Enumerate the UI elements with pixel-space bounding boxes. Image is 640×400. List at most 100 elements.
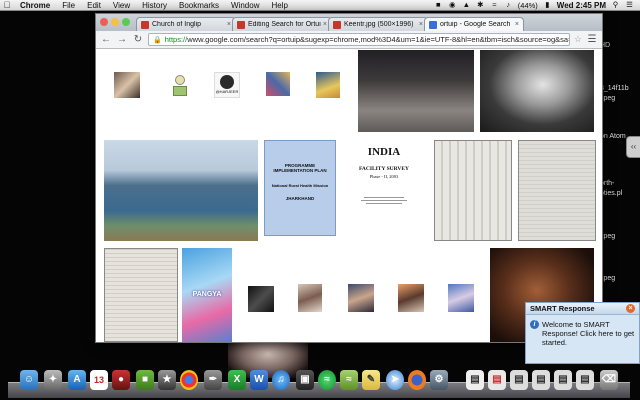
zoom-window-icon[interactable] <box>122 18 130 26</box>
desktop-file-7[interactable]: .jpeg <box>600 233 640 240</box>
result-thumb-badge[interactable]: @HARJEER <box>214 72 240 98</box>
system-icon[interactable]: ⚙ <box>430 370 448 390</box>
calendar-icon[interactable]: 13 <box>90 370 108 390</box>
menubar-status-area: ■ ◉ ▲ ✱ ≈ ♪ (44%) ▮ Wed 2:45 PM ⚲ ☰ <box>434 1 640 10</box>
smart-popup-body[interactable]: i Welcome to SMART Response! Click here … <box>526 315 639 352</box>
notification-list-icon[interactable]: ☰ <box>625 1 634 9</box>
volume-icon[interactable]: ♪ <box>504 1 513 9</box>
result-thumb-portrait-4[interactable] <box>448 284 474 312</box>
result-thumb-portrait-2[interactable] <box>348 284 374 312</box>
tab-close-icon[interactable]: × <box>227 21 231 28</box>
window-thumb-icon[interactable]: ▤ <box>576 370 594 390</box>
image-results: @HARJEER PROGRAMME IMPLEMENTATION PLAN N… <box>96 50 602 342</box>
spotify-icon[interactable]: ≈ <box>318 370 336 390</box>
menu-edit[interactable]: Edit <box>81 1 107 10</box>
desktop-file-8[interactable]: .jpeg <box>600 275 640 282</box>
smart-response-popup[interactable]: SMART Response × i Welcome to SMART Resp… <box>525 302 640 364</box>
menu-help[interactable]: Help <box>265 1 293 10</box>
safari-icon[interactable]: ➤ <box>386 370 404 390</box>
menu-bookmarks[interactable]: Bookmarks <box>173 1 225 10</box>
status-icon-3[interactable]: ▲ <box>462 1 471 9</box>
battery-percent[interactable]: (44%) <box>518 1 538 10</box>
menu-file[interactable]: File <box>56 1 81 10</box>
pdf-icon[interactable]: ▤ <box>488 370 506 390</box>
url-scheme: https:// <box>164 35 188 44</box>
result-photo-husky[interactable] <box>480 50 594 132</box>
reload-icon[interactable]: ↻ <box>132 34 144 46</box>
itunes-icon[interactable]: ♫ <box>272 370 290 390</box>
result-doc-india-facility-survey[interactable]: INDIA FACILITY SURVEY Phase - II, 2003 <box>342 140 426 241</box>
tab-editing-search[interactable]: Editing Search for Ortuip - Q × <box>232 17 332 31</box>
menu-hamburger-icon[interactable]: ☰ <box>586 34 598 46</box>
lock-icon: 🔒 <box>153 36 162 44</box>
desktop-file-3[interactable]: .jpeg <box>600 95 640 102</box>
word-icon[interactable]: W <box>250 370 268 390</box>
star-app-icon[interactable]: ★ <box>158 370 176 390</box>
desktop-file-1[interactable]: HD <box>600 42 640 49</box>
menu-history[interactable]: History <box>136 1 173 10</box>
bluetooth-icon[interactable]: ✱ <box>476 1 485 9</box>
battery-icon[interactable]: ▮ <box>543 1 552 9</box>
result-thumb-collage[interactable] <box>266 72 290 96</box>
result-thumb-couple[interactable] <box>114 72 140 98</box>
tab-close-icon[interactable]: × <box>419 21 423 28</box>
favicon-icon <box>237 20 245 29</box>
tab-close-icon[interactable]: × <box>323 21 327 28</box>
trash-icon[interactable]: ⌫ <box>600 370 618 390</box>
menubar-clock[interactable]: Wed 2:45 PM <box>557 1 606 10</box>
firefox-icon[interactable] <box>408 370 426 390</box>
status-icon-1[interactable]: ■ <box>434 1 443 9</box>
wifi-icon[interactable]: ≈ <box>490 1 499 9</box>
result-photo-coastline[interactable] <box>104 140 258 241</box>
preview-icon[interactable]: ▣ <box>296 370 314 390</box>
apple-icon[interactable]:  <box>0 0 14 10</box>
minimize-window-icon[interactable] <box>111 18 119 26</box>
result-photo-street-crowd[interactable] <box>358 50 474 132</box>
wifi-app-icon[interactable]: ≈ <box>340 370 358 390</box>
result-thumb-portrait-3[interactable] <box>398 284 424 312</box>
bookmark-star-icon[interactable]: ☆ <box>574 34 582 45</box>
menu-view[interactable]: View <box>107 1 136 10</box>
tab-google-search[interactable]: ortuip - Google Search × <box>424 17 524 31</box>
window-thumb-icon[interactable]: ▤ <box>554 370 572 390</box>
spotlight-search-icon[interactable]: ⚲ <box>611 1 620 9</box>
desktop-file-5[interactable]: orth- <box>600 180 640 187</box>
document-icon[interactable]: ▤ <box>466 370 484 390</box>
tab-keentr-jpg[interactable]: Keentr.jpg (500×1996) × <box>328 17 428 31</box>
pen-app-icon[interactable]: ✒ <box>204 370 222 390</box>
window-thumb-icon[interactable]: ▤ <box>532 370 550 390</box>
browser-toolbar: ← → ↻ 🔒 https://www.google.com/search?q=… <box>96 31 602 49</box>
menubar-app-name[interactable]: Chrome <box>14 1 56 10</box>
window-thumb-icon[interactable]: ▤ <box>510 370 528 390</box>
result-scan-newspaper-2[interactable] <box>518 140 596 241</box>
close-icon[interactable]: × <box>626 304 635 313</box>
status-icon-2[interactable]: ◉ <box>448 1 457 9</box>
menu-window[interactable]: Window <box>225 1 265 10</box>
sidebar-handle[interactable]: ‹‹ <box>626 136 640 158</box>
tab-close-icon[interactable]: × <box>515 21 519 28</box>
forward-arrow-icon[interactable]: → <box>116 34 128 46</box>
app-store-icon[interactable]: A <box>68 370 86 390</box>
stickies-icon[interactable]: ✎ <box>362 370 380 390</box>
launchpad-icon[interactable]: ✦ <box>44 370 62 390</box>
close-window-icon[interactable] <box>100 18 108 26</box>
result-scan-old-page[interactable] <box>104 248 178 342</box>
result-poster-pangya[interactable]: PANGYA <box>182 248 232 342</box>
desktop-file-2[interactable]: 8_14f11b <box>600 85 640 92</box>
result-doc-programme-plan[interactable]: PROGRAMME IMPLEMENTATION PLAN National R… <box>264 140 336 236</box>
address-bar[interactable]: 🔒 https://www.google.com/search?q=ortuip… <box>148 33 570 46</box>
excel-icon[interactable]: X <box>228 370 246 390</box>
minecraft-icon[interactable]: ■ <box>136 370 154 390</box>
photo-booth-icon[interactable]: ● <box>112 370 130 390</box>
tab-church-of-inglip[interactable]: Church of Inglip × <box>136 17 236 31</box>
result-scan-newspaper-1[interactable] <box>434 140 512 241</box>
smart-popup-message[interactable]: Welcome to SMART Response! Click here to… <box>542 320 635 347</box>
desktop-file-6[interactable]: oties.pl <box>600 190 640 197</box>
result-thumb-dark[interactable] <box>248 286 274 312</box>
result-thumb-hijab[interactable] <box>316 72 340 98</box>
chrome-icon[interactable] <box>180 370 198 390</box>
finder-icon[interactable]: ☺ <box>20 370 38 390</box>
result-thumb-portrait-1[interactable] <box>298 284 322 312</box>
back-arrow-icon[interactable]: ← <box>100 34 112 46</box>
result-thumb-robot[interactable] <box>170 72 190 98</box>
